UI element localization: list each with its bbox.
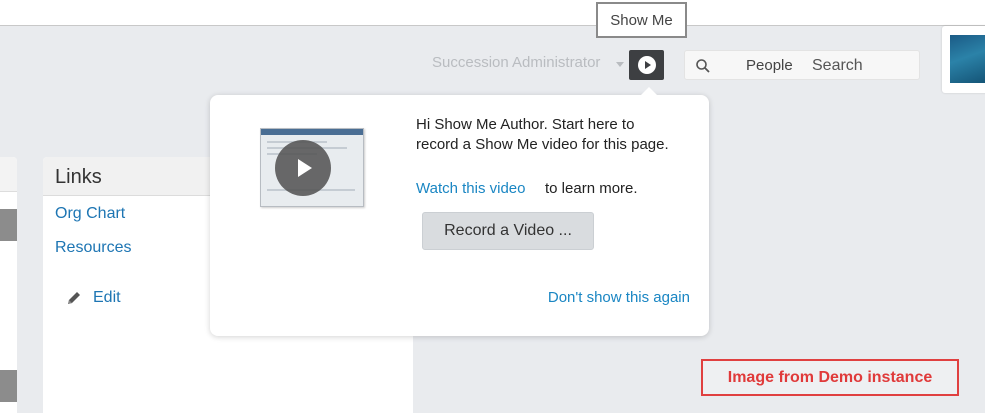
demo-instance-label: Image from Demo instance bbox=[701, 359, 959, 396]
show-me-play-button[interactable] bbox=[629, 50, 664, 80]
company-logo-card[interactable] bbox=[942, 26, 985, 93]
left-panel-header bbox=[0, 157, 17, 192]
top-bar bbox=[0, 0, 985, 26]
left-panel bbox=[0, 157, 17, 413]
edit-label: Edit bbox=[93, 289, 121, 306]
link-org-chart[interactable]: Org Chart bbox=[55, 205, 125, 223]
learn-more-text: to learn more. bbox=[545, 180, 638, 197]
video-thumbnail[interactable] bbox=[238, 122, 380, 225]
search-icon bbox=[696, 59, 710, 73]
pencil-icon bbox=[68, 292, 80, 304]
dont-show-again-link[interactable]: Don't show this again bbox=[548, 289, 690, 306]
record-video-button[interactable]: Record a Video ... bbox=[422, 212, 594, 250]
search-input[interactable]: Search bbox=[812, 57, 863, 75]
search-scope-people[interactable]: People bbox=[746, 57, 793, 74]
edit-links-button[interactable]: Edit bbox=[65, 289, 121, 307]
role-selector[interactable]: Succession Administrator bbox=[432, 54, 600, 71]
link-resources[interactable]: Resources bbox=[55, 239, 131, 257]
watch-video-link[interactable]: Watch this video bbox=[416, 180, 526, 197]
left-panel-block bbox=[0, 370, 17, 402]
company-logo bbox=[950, 35, 985, 83]
search-bar[interactable]: People Search bbox=[684, 50, 920, 80]
popover-message: Hi Show Me Author. Start here to record … bbox=[416, 116, 669, 153]
show-me-popover: Hi Show Me Author. Start here to record … bbox=[210, 87, 709, 336]
links-panel-title: Links bbox=[55, 166, 102, 188]
show-me-tooltip: Show Me bbox=[596, 2, 687, 38]
left-panel-block bbox=[0, 209, 17, 241]
play-icon bbox=[637, 56, 656, 74]
chevron-down-icon[interactable] bbox=[616, 62, 624, 67]
popover-pointer bbox=[641, 87, 657, 95]
play-icon[interactable] bbox=[275, 140, 331, 196]
